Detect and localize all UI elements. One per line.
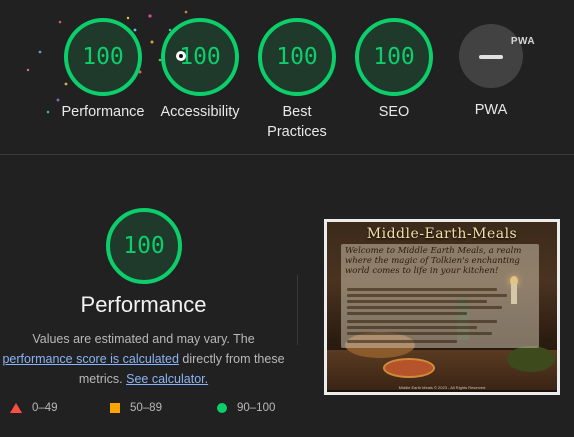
- performance-detail-gauge: 100: [106, 208, 182, 284]
- pwa-not-applicable-icon: [479, 55, 503, 59]
- thumbnail-text-line: [347, 312, 467, 315]
- section-divider: [0, 154, 574, 155]
- thumbnail-text-line: [347, 340, 457, 343]
- thumbnail-text-line: [347, 300, 487, 303]
- score-legend: 0–49 50–89 90–100: [0, 402, 574, 422]
- legend-item-average: 50–89: [110, 402, 162, 414]
- best-practices-score: 100: [276, 44, 318, 70]
- category-gauges: 100 Performance 100 Accessibility 100 Be…: [0, 0, 574, 150]
- thumbnail-bowl: [507, 346, 555, 372]
- category-best-practices[interactable]: 100 Best Practices: [242, 18, 352, 142]
- red-triangle-icon: [10, 403, 22, 413]
- thumbnail-text-line: [347, 288, 497, 291]
- performance-detail-score: 100: [123, 233, 165, 259]
- thumbnail-text-line: [347, 294, 507, 297]
- accessibility-label: Accessibility: [160, 104, 240, 120]
- best-practices-gauge[interactable]: 100: [258, 18, 336, 96]
- legend-range: 50–89: [130, 402, 162, 414]
- accessibility-gauge[interactable]: 100: [161, 18, 239, 96]
- thumbnail-site-title: Middle-Earth-Meals: [366, 226, 518, 242]
- thumbnail-text-line: [347, 320, 497, 323]
- score-calculated-link[interactable]: performance score is calculated: [2, 352, 178, 366]
- thumbnail-intro-text: Welcome to Middle Earth Meals, a realm w…: [345, 246, 522, 276]
- thumbnail-text-line: [347, 306, 502, 309]
- thumbnail-pizza: [383, 358, 435, 378]
- performance-gauge[interactable]: 100: [64, 18, 142, 96]
- legend-item-fail: 0–49: [10, 402, 58, 414]
- mouse-cursor-icon: [176, 51, 186, 61]
- legend-range: 90–100: [237, 402, 276, 414]
- seo-label: SEO: [378, 104, 410, 120]
- orange-square-icon: [110, 403, 120, 413]
- see-calculator-link[interactable]: See calculator.: [126, 372, 208, 386]
- performance-label: Performance: [61, 104, 145, 120]
- final-screenshot-thumbnail[interactable]: Middle-Earth-Meals Welcome to Middle Ear…: [324, 219, 560, 395]
- category-pwa[interactable]: PWA PWA: [436, 18, 546, 120]
- thumbnail-text-line: [347, 332, 492, 335]
- thumbnail-footer: Middle Earth Meals © 2023 - All Rights R…: [398, 385, 486, 390]
- thumbnail-text-line: [347, 326, 477, 329]
- performance-score: 100: [82, 44, 124, 70]
- legend-item-pass: 90–100: [217, 402, 275, 414]
- seo-score: 100: [373, 44, 415, 70]
- category-accessibility[interactable]: 100 Accessibility: [145, 18, 255, 122]
- vertical-divider: [297, 275, 298, 345]
- pwa-label: PWA: [474, 102, 508, 118]
- pwa-gauge[interactable]: PWA: [459, 24, 535, 88]
- category-performance[interactable]: 100 Performance: [48, 18, 158, 122]
- pwa-badge-icon: PWA: [510, 36, 536, 47]
- description-text: Values are estimated and may vary. The: [32, 332, 255, 346]
- seo-gauge[interactable]: 100: [355, 18, 433, 96]
- best-practices-label: Best Practices: [267, 104, 327, 140]
- category-seo[interactable]: 100 SEO: [339, 18, 449, 122]
- performance-title: Performance: [80, 292, 207, 317]
- green-circle-icon: [217, 403, 227, 413]
- performance-description: Values are estimated and may vary. The p…: [0, 329, 287, 389]
- legend-range: 0–49: [32, 402, 58, 414]
- lighthouse-report: 100 Performance 100 Accessibility 100 Be…: [0, 0, 574, 437]
- thumbnail-intro-box: Welcome to Middle Earth Meals, a realm w…: [341, 244, 539, 348]
